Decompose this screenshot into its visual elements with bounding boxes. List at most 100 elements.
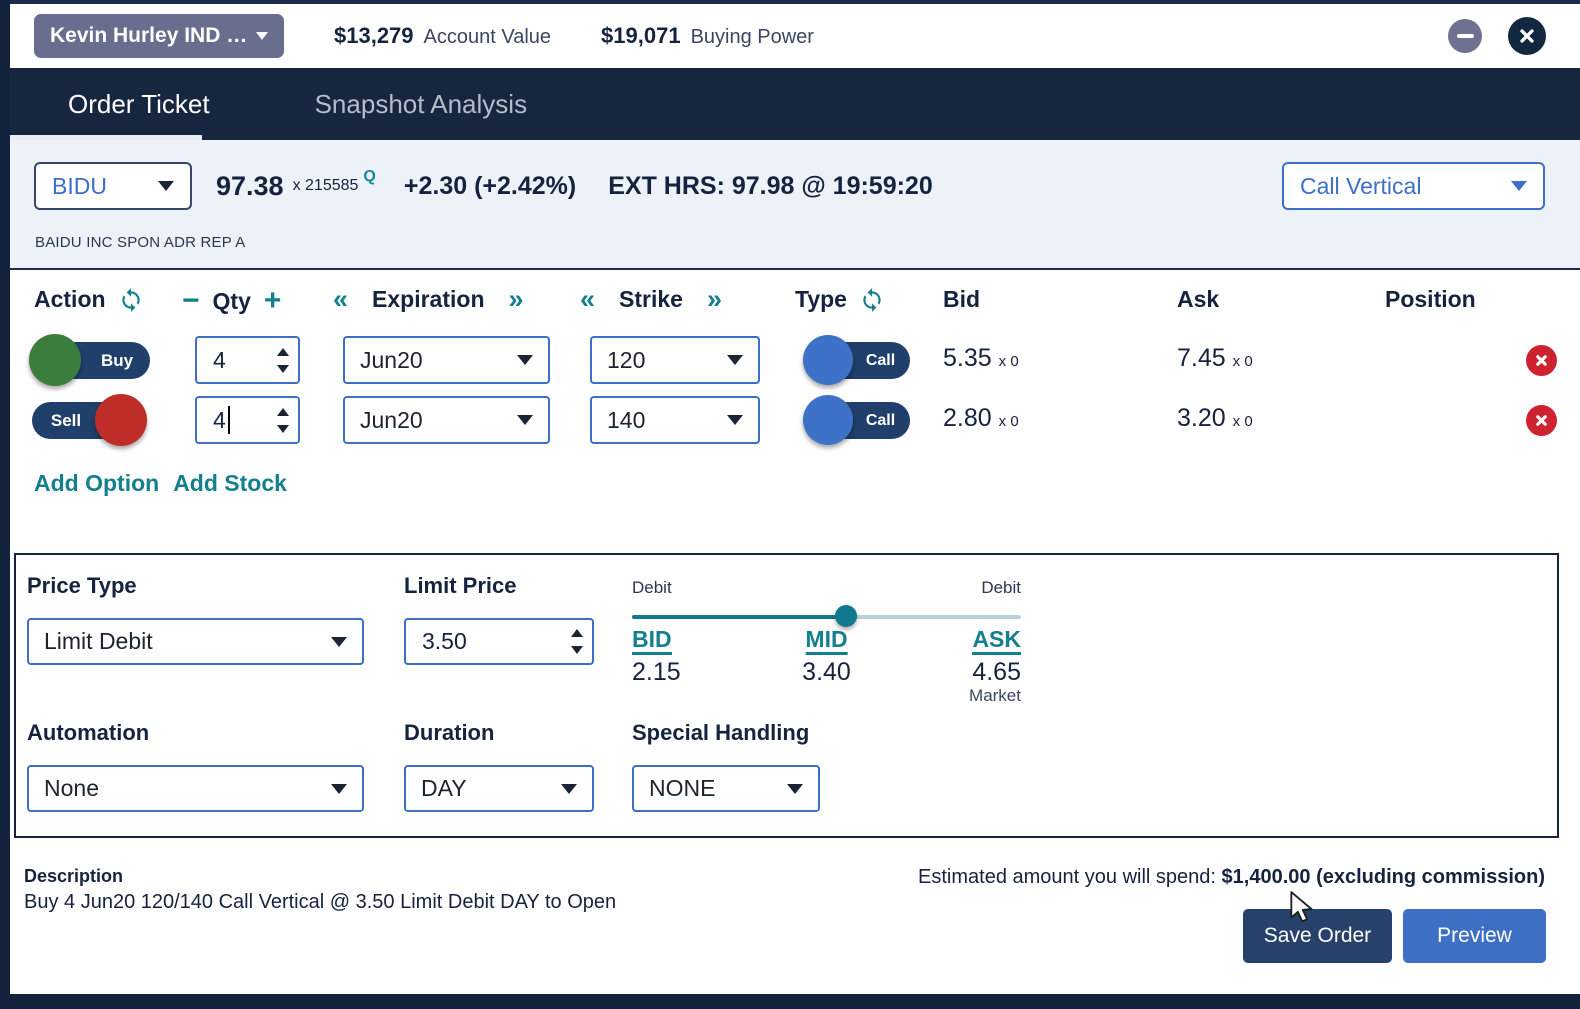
- strike-prev-icon[interactable]: «: [580, 286, 595, 313]
- add-stock-link[interactable]: Add Stock: [173, 470, 287, 497]
- type-label: Call: [866, 412, 895, 430]
- ask-price: 7.45: [1177, 344, 1226, 373]
- sell-toggle-knob: [95, 394, 147, 446]
- buy-toggle-knob: [29, 334, 81, 386]
- bid-price: 2.80: [943, 404, 992, 433]
- qty-value: 4: [213, 407, 226, 434]
- swap-type-icon[interactable]: [859, 287, 885, 313]
- stepper-up-icon[interactable]: [277, 348, 289, 356]
- ask-mark: ASK 4.65: [972, 627, 1021, 687]
- expiration-prev-icon[interactable]: «: [333, 286, 348, 313]
- strike-select[interactable]: 140: [590, 396, 760, 444]
- duration-select[interactable]: DAY: [404, 765, 594, 812]
- order-ticket-window: Kevin Hurley IND … $13,279 Account Value…: [0, 0, 1580, 1009]
- stepper-up-icon[interactable]: [277, 408, 289, 416]
- chevron-down-icon: [256, 32, 268, 40]
- automation-select[interactable]: None: [27, 765, 364, 812]
- mid-link[interactable]: MID: [805, 627, 847, 655]
- special-handling-select[interactable]: NONE: [632, 765, 820, 812]
- ask-link[interactable]: ASK: [972, 627, 1021, 655]
- symbol-selector[interactable]: BIDU: [34, 162, 192, 210]
- remove-leg-button[interactable]: [1526, 345, 1557, 376]
- quote-indicator: Q: [363, 168, 375, 186]
- bid-size: x 0: [999, 413, 1019, 430]
- qty-stepper[interactable]: [277, 398, 289, 442]
- strike-next-icon[interactable]: »: [707, 286, 722, 313]
- bid-link[interactable]: BID: [632, 627, 672, 655]
- description-text: Buy 4 Jun20 120/140 Call Vertical @ 3.50…: [24, 891, 616, 914]
- estimate-line: Estimated amount you will spend: $1,400.…: [918, 866, 1545, 889]
- save-order-label: Save Order: [1264, 924, 1371, 948]
- stepper-down-icon[interactable]: [277, 365, 289, 373]
- account-value: $13,279: [334, 23, 414, 49]
- action-toggle-buy[interactable]: Buy: [32, 334, 150, 386]
- add-option-link[interactable]: Add Option: [34, 470, 159, 497]
- price-slider-knob[interactable]: [835, 605, 857, 627]
- window-controls: [1448, 17, 1546, 55]
- minimize-icon: [1457, 34, 1474, 38]
- expiration-next-icon[interactable]: »: [509, 286, 524, 313]
- bid-quote: 2.80 x 0: [943, 404, 1019, 433]
- type-toggle-call[interactable]: Call: [805, 334, 910, 386]
- account-value-caption: Account Value: [424, 26, 552, 49]
- swap-action-icon[interactable]: [118, 287, 144, 313]
- bid-size: x 0: [999, 353, 1019, 370]
- ask-header: Ask: [1177, 286, 1219, 313]
- chevron-down-icon: [561, 784, 577, 794]
- type-toggle-call[interactable]: Call: [805, 394, 910, 446]
- strategy-label: Call Vertical: [1300, 173, 1421, 200]
- ask-size: x 0: [1233, 353, 1253, 370]
- strike-value: 120: [607, 347, 645, 374]
- window-bottom-border: [0, 994, 1580, 1009]
- qty-input[interactable]: 4: [195, 336, 300, 384]
- strategy-selector[interactable]: Call Vertical: [1282, 162, 1545, 210]
- tab-snapshot-analysis[interactable]: Snapshot Analysis: [270, 68, 557, 140]
- bid-mark-value: 2.15: [632, 658, 681, 687]
- account-selector-dropdown[interactable]: Kevin Hurley IND …: [34, 14, 284, 58]
- remove-leg-button[interactable]: [1526, 405, 1557, 436]
- qty-stepper[interactable]: [277, 338, 289, 382]
- limit-price-input[interactable]: 3.50: [404, 618, 594, 665]
- close-icon: [1517, 26, 1537, 46]
- buying-power-value: $19,071: [601, 23, 681, 49]
- account-selector-label: Kevin Hurley IND …: [50, 24, 247, 48]
- type-label: Call: [866, 352, 895, 370]
- qty-decrease-icon[interactable]: −: [182, 286, 200, 316]
- mid-mark-value: 3.40: [802, 658, 851, 687]
- chevron-down-icon: [787, 784, 803, 794]
- strike-header: Strike: [619, 286, 683, 313]
- tab-order-ticket[interactable]: Order Ticket: [10, 68, 270, 140]
- strike-value: 140: [607, 407, 645, 434]
- price-slider-fill: [632, 615, 846, 619]
- price-type-select[interactable]: Limit Debit: [27, 618, 364, 665]
- delete-x-icon: [1534, 413, 1549, 428]
- action-header: Action: [34, 286, 106, 313]
- action-toggle-sell[interactable]: Sell: [32, 394, 150, 446]
- stepper-down-icon[interactable]: [277, 425, 289, 433]
- automation-label: Automation: [27, 720, 149, 746]
- qty-header: Qty: [213, 288, 251, 315]
- slider-left-caption: Debit: [632, 578, 672, 598]
- expiration-select[interactable]: Jun20: [343, 336, 550, 384]
- stepper-down-icon[interactable]: [571, 646, 583, 654]
- save-order-button[interactable]: Save Order: [1243, 909, 1392, 963]
- company-name: BAIDU INC SPON ADR REP A: [35, 234, 245, 251]
- ask-price: 3.20: [1177, 404, 1226, 433]
- chevron-down-icon: [331, 637, 347, 647]
- expiration-select[interactable]: Jun20: [343, 396, 550, 444]
- background-app-strip: [0, 0, 10, 1009]
- chevron-down-icon: [517, 415, 533, 425]
- stepper-up-icon[interactable]: [571, 629, 583, 637]
- limit-price-stepper[interactable]: [571, 620, 583, 663]
- qty-increase-icon[interactable]: +: [264, 286, 282, 316]
- slider-right-caption: Debit: [981, 578, 1021, 598]
- minimize-button[interactable]: [1448, 19, 1482, 53]
- close-button[interactable]: [1508, 17, 1546, 55]
- buying-power-group: $19,071 Buying Power: [601, 23, 814, 49]
- preview-button[interactable]: Preview: [1403, 909, 1546, 963]
- tab-order-ticket-label: Order Ticket: [68, 89, 210, 120]
- qty-input[interactable]: 4: [195, 396, 300, 444]
- expiration-value: Jun20: [360, 407, 423, 434]
- order-settings-panel: Price Type Limit Price Limit Debit 3.50 …: [14, 553, 1559, 838]
- strike-select[interactable]: 120: [590, 336, 760, 384]
